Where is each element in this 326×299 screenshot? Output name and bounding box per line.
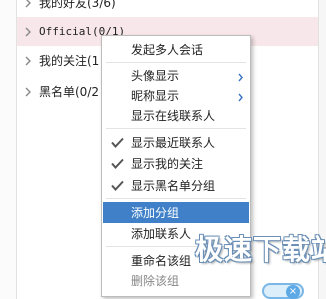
group-row-my-friends[interactable]: 我的好友(3/6) [17, 0, 318, 17]
menu-item-label: 重命名该组 [131, 254, 192, 268]
menu-item-add-group[interactable]: 添加分组 [103, 202, 249, 223]
menu-item-label: 昵称显示 [131, 89, 180, 103]
checkmark-icon [103, 137, 131, 148]
menu-item-label: 头像显示 [131, 69, 180, 83]
menu-item-nickname-display[interactable]: 昵称显示 [103, 85, 249, 106]
group-label: 我的好友(3/6) [39, 0, 116, 10]
menu-item-label: 显示在线联系人 [131, 109, 216, 123]
menu-item-rename-group[interactable]: 重命名该组 [103, 250, 249, 271]
menu-item-add-contact[interactable]: 添加联系人 [103, 223, 249, 244]
menu-item-label: 显示我的关注 [131, 157, 204, 171]
menu-separator [106, 246, 246, 247]
group-label: 我的关注(1 [39, 54, 100, 68]
menu-item-label: 发起多人会话 [131, 43, 204, 57]
checkmark-icon [103, 180, 131, 191]
submenu-arrow-icon [238, 71, 243, 85]
close-icon[interactable]: × [286, 285, 300, 299]
menu-item-label: 删除该组 [131, 274, 180, 288]
menu-item-show-following[interactable]: 显示我的关注 [103, 153, 249, 174]
menu-item-start-group-chat[interactable]: 发起多人会话 [103, 39, 249, 60]
checkmark-icon [103, 158, 131, 169]
right-frame-border [318, 0, 326, 299]
menu-separator [106, 198, 246, 199]
menu-item-label: 添加联系人 [131, 227, 192, 241]
chevron-right-icon [17, 0, 39, 8]
menu-separator [106, 128, 246, 129]
left-frame-border [0, 0, 17, 299]
chevron-right-icon [17, 87, 39, 97]
menu-item-label: 显示黑名单分组 [131, 179, 216, 193]
menu-item-avatar-display[interactable]: 头像显示 [103, 65, 249, 86]
menu-item-show-blacklist-group[interactable]: 显示黑名单分组 [103, 175, 249, 196]
menu-item-label: 显示最近联系人 [131, 136, 216, 150]
submenu-arrow-icon [238, 91, 243, 105]
chevron-right-icon [17, 27, 39, 37]
menu-item-delete-group[interactable]: 删除该组 [103, 270, 249, 291]
group-label: 黑名单(0/2 [39, 85, 99, 99]
menu-item-show-recent-contacts[interactable]: 显示最近联系人 [103, 132, 249, 153]
menu-item-show-online-contacts[interactable]: 显示在线联系人 [103, 105, 249, 126]
menu-item-label: 添加分组 [131, 206, 180, 220]
chevron-right-icon [17, 56, 39, 66]
context-menu: 发起多人会话 头像显示 昵称显示 显示在线联系人 显示最近联系人 显示我的关注 [101, 35, 251, 297]
menu-separator [106, 62, 246, 63]
